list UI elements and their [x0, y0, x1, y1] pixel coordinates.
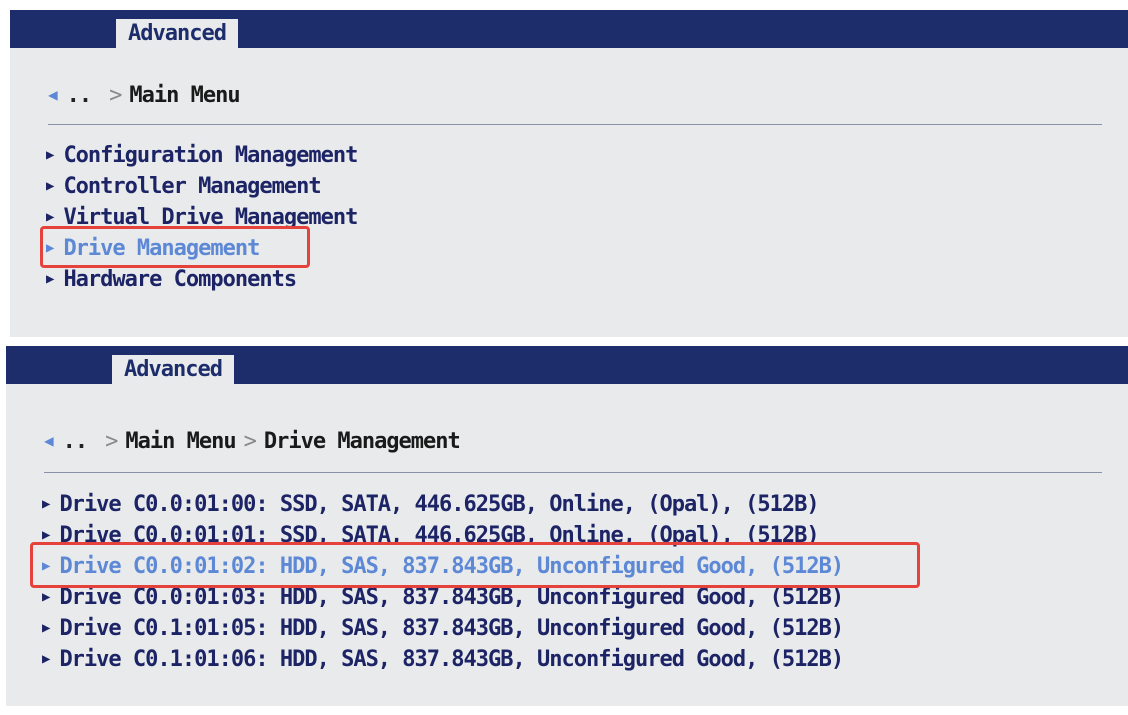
triangle-right-icon: ▶	[42, 620, 51, 636]
drive-label: Drive C0.0:01:00: SSD, SATA, 446.625GB, …	[59, 492, 819, 517]
breadcrumb-separator-icon: >	[243, 429, 257, 454]
menu-item-controller-management[interactable]: ▶ Controller Management	[46, 171, 357, 202]
breadcrumb-parent[interactable]: ..	[67, 83, 92, 108]
breadcrumb-item-main-menu[interactable]: Main Menu	[125, 429, 236, 454]
drive-label: Drive C0.1:01:05: HDD, SAS, 837.843GB, U…	[59, 616, 844, 641]
main-menu-list: ▶ Configuration Management ▶ Controller Ma…	[46, 140, 358, 295]
breadcrumb-item-main-menu: Main Menu	[129, 83, 240, 108]
breadcrumb: ◀.. > Main Menu > Drive Management	[44, 426, 461, 456]
divider	[44, 472, 1102, 473]
breadcrumb-parent[interactable]: ..	[63, 429, 88, 454]
menu-item-hardware-components[interactable]: ▶ Hardware Components	[46, 264, 357, 295]
drive-list-item[interactable]: ▶ Drive C0.1:01:05: HDD, SAS, 837.843GB, …	[42, 613, 844, 644]
menu-item-label: Hardware Components	[63, 267, 297, 292]
triangle-right-icon: ▶	[46, 209, 55, 225]
drive-list-item[interactable]: ▶ Drive C0.1:01:06: HDD, SAS, 837.843GB, …	[42, 644, 844, 675]
divider	[48, 124, 1102, 125]
drive-label: Drive C0.0:01:03: HDD, SAS, 837.843GB, U…	[59, 585, 844, 610]
bios-panel-drive-management: Advanced ◀.. > Main Menu > Drive Management …	[6, 346, 1128, 706]
back-arrow-icon[interactable]: ◀	[48, 85, 58, 104]
triangle-right-icon: ▶	[42, 527, 51, 543]
triangle-right-icon: ▶	[46, 178, 55, 194]
menu-item-configuration-management[interactable]: ▶ Configuration Management	[46, 140, 358, 171]
breadcrumb-separator-icon: >	[105, 429, 118, 454]
tab-advanced[interactable]: Advanced	[112, 355, 234, 384]
highlight-box	[30, 542, 920, 588]
menu-item-label: Configuration Management	[63, 143, 358, 168]
back-arrow-icon[interactable]: ◀	[44, 431, 54, 450]
header-bar: Advanced	[10, 10, 1128, 48]
highlight-box	[40, 226, 310, 268]
header-bar: Advanced	[6, 346, 1128, 384]
drive-list-item[interactable]: ▶ Drive C0.0:01:00: SSD, SATA, 446.625GB,…	[42, 489, 843, 520]
triangle-right-icon: ▶	[46, 147, 55, 163]
breadcrumb: ◀.. > Main Menu	[48, 80, 241, 110]
triangle-right-icon: ▶	[46, 271, 55, 287]
triangle-right-icon: ▶	[42, 496, 51, 512]
breadcrumb-separator-icon: >	[109, 83, 122, 108]
bios-panel-main-menu: Advanced ◀.. > Main Menu ▶ Configuration Ma…	[10, 10, 1128, 337]
drive-label: Drive C0.1:01:06: HDD, SAS, 837.843GB, U…	[59, 647, 844, 672]
triangle-right-icon: ▶	[42, 651, 51, 667]
menu-item-label: Controller Management	[63, 174, 321, 199]
tab-advanced[interactable]: Advanced	[116, 19, 238, 48]
triangle-right-icon: ▶	[42, 589, 51, 605]
breadcrumb-item-drive-management: Drive Management	[263, 429, 461, 454]
